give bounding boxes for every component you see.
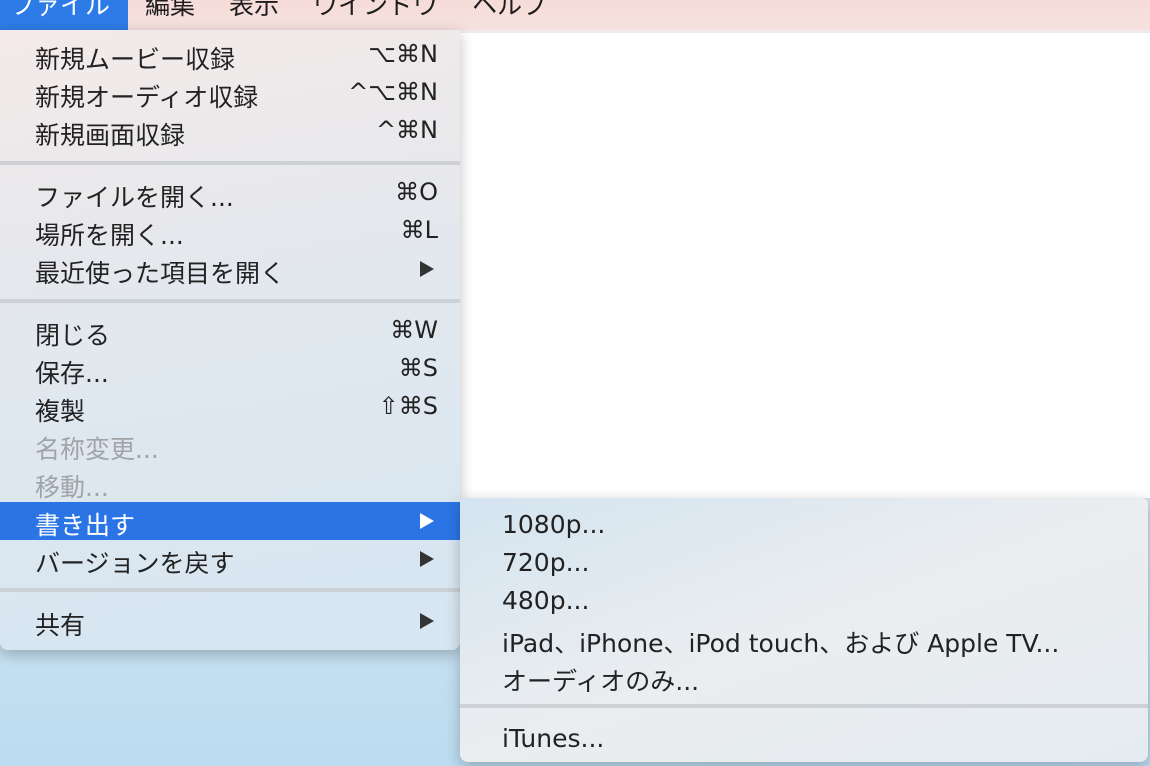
menu-item-label: 書き出す xyxy=(35,511,136,540)
menu-item-label: ファイルを開く... xyxy=(35,183,234,212)
menu-item-shortcut: ⌘W xyxy=(390,316,438,344)
menu-item-move: 移動... xyxy=(0,464,460,502)
menu-item-shortcut: ⇧⌘S xyxy=(378,392,438,420)
menu-item-label: 複製 xyxy=(35,397,86,426)
menu-item-shortcut: ⌘O xyxy=(395,178,438,206)
submenu-item-720p[interactable]: 720p... xyxy=(460,540,1148,578)
menu-item-label: 最近使った項目を開く xyxy=(35,259,286,288)
menu-item-close[interactable]: 閉じる ⌘W xyxy=(0,312,460,350)
menu-item-label: 閉じる xyxy=(35,321,111,350)
submenu-arrow-icon xyxy=(420,513,434,529)
submenu-item-devices[interactable]: iPad、iPhone、iPod touch、および Apple TV... xyxy=(460,616,1148,658)
menu-separator xyxy=(0,161,460,165)
submenu-arrow-icon xyxy=(420,261,434,277)
menu-item-shortcut: ⌥⌘N xyxy=(368,40,438,68)
menubar-edit-label: 編集 xyxy=(145,0,196,20)
background-window xyxy=(460,33,1150,498)
menu-item-duplicate[interactable]: 複製 ⇧⌘S xyxy=(0,388,460,426)
menu-item-label: 名称変更... xyxy=(35,435,159,464)
menu-item-open-location[interactable]: 場所を開く... ⌘L xyxy=(0,212,460,250)
menu-item-shortcut: ^⌥⌘N xyxy=(348,78,438,106)
menu-item-label: 共有 xyxy=(35,611,86,640)
submenu-separator xyxy=(460,704,1148,708)
menubar-file-label: ファイル xyxy=(10,0,111,20)
menu-item-open-recent[interactable]: 最近使った項目を開く xyxy=(0,250,460,288)
submenu-item-label: iTunes... xyxy=(502,724,605,753)
submenu-item-audio-only[interactable]: オーディオのみ... xyxy=(460,654,1148,696)
menu-item-label: 保存... xyxy=(35,359,109,388)
submenu-item-label: 720p... xyxy=(502,548,590,577)
submenu-item-480p[interactable]: 480p... xyxy=(460,578,1148,616)
submenu-arrow-icon xyxy=(420,551,434,567)
menu-item-revert[interactable]: バージョンを戻す xyxy=(0,540,460,578)
submenu-arrow-icon xyxy=(420,613,434,629)
menu-separator xyxy=(0,588,460,592)
menubar-view[interactable]: 表示 xyxy=(212,0,296,30)
menu-item-label: 新規ムービー収録 xyxy=(35,45,236,74)
menubar-file[interactable]: ファイル xyxy=(0,0,129,30)
menubar-help[interactable]: ヘルプ xyxy=(455,0,564,30)
menu-item-open-file[interactable]: ファイルを開く... ⌘O xyxy=(0,174,460,212)
menu-item-label: バージョンを戻す xyxy=(35,549,235,578)
submenu-item-itunes[interactable]: iTunes... xyxy=(460,716,1148,754)
menu-item-rename: 名称変更... xyxy=(0,426,460,464)
menu-bar: ファイル 編集 表示 ウインドウ ヘルプ xyxy=(0,0,1150,30)
menu-item-label: 場所を開く... xyxy=(35,221,184,250)
menu-item-shortcut: ⌘L xyxy=(400,216,438,244)
submenu-item-label: オーディオのみ... xyxy=(502,667,700,696)
menu-item-save[interactable]: 保存... ⌘S xyxy=(0,350,460,388)
menu-item-share[interactable]: 共有 xyxy=(0,602,460,640)
file-menu: 新規ムービー収録 ⌥⌘N 新規オーディオ収録 ^⌥⌘N 新規画面収録 ^⌘N フ… xyxy=(0,30,460,650)
menu-item-label: 移動... xyxy=(35,473,109,502)
menu-item-new-audio[interactable]: 新規オーディオ収録 ^⌥⌘N xyxy=(0,74,460,112)
menubar-view-label: 表示 xyxy=(229,0,280,20)
menu-item-shortcut: ^⌘N xyxy=(375,116,438,144)
export-submenu: 1080p... 720p... 480p... iPad、iPhone、iPo… xyxy=(460,498,1148,762)
submenu-item-label: 480p... xyxy=(502,586,590,615)
submenu-item-label: 1080p... xyxy=(502,510,606,539)
menu-item-new-movie[interactable]: 新規ムービー収録 ⌥⌘N xyxy=(0,36,460,74)
menu-separator xyxy=(0,299,460,303)
menubar-help-label: ヘルプ xyxy=(472,0,548,20)
menubar-window[interactable]: ウインドウ xyxy=(296,0,455,30)
menu-item-label: 新規画面収録 xyxy=(35,121,186,150)
menu-item-new-screen[interactable]: 新規画面収録 ^⌘N xyxy=(0,112,460,150)
menubar-window-label: ウインドウ xyxy=(313,0,439,20)
menu-item-label: 新規オーディオ収録 xyxy=(35,83,259,112)
submenu-item-1080p[interactable]: 1080p... xyxy=(460,502,1148,540)
menu-item-export[interactable]: 書き出す xyxy=(0,502,460,540)
menubar-edit[interactable]: 編集 xyxy=(128,0,212,30)
menu-item-shortcut: ⌘S xyxy=(398,354,438,382)
